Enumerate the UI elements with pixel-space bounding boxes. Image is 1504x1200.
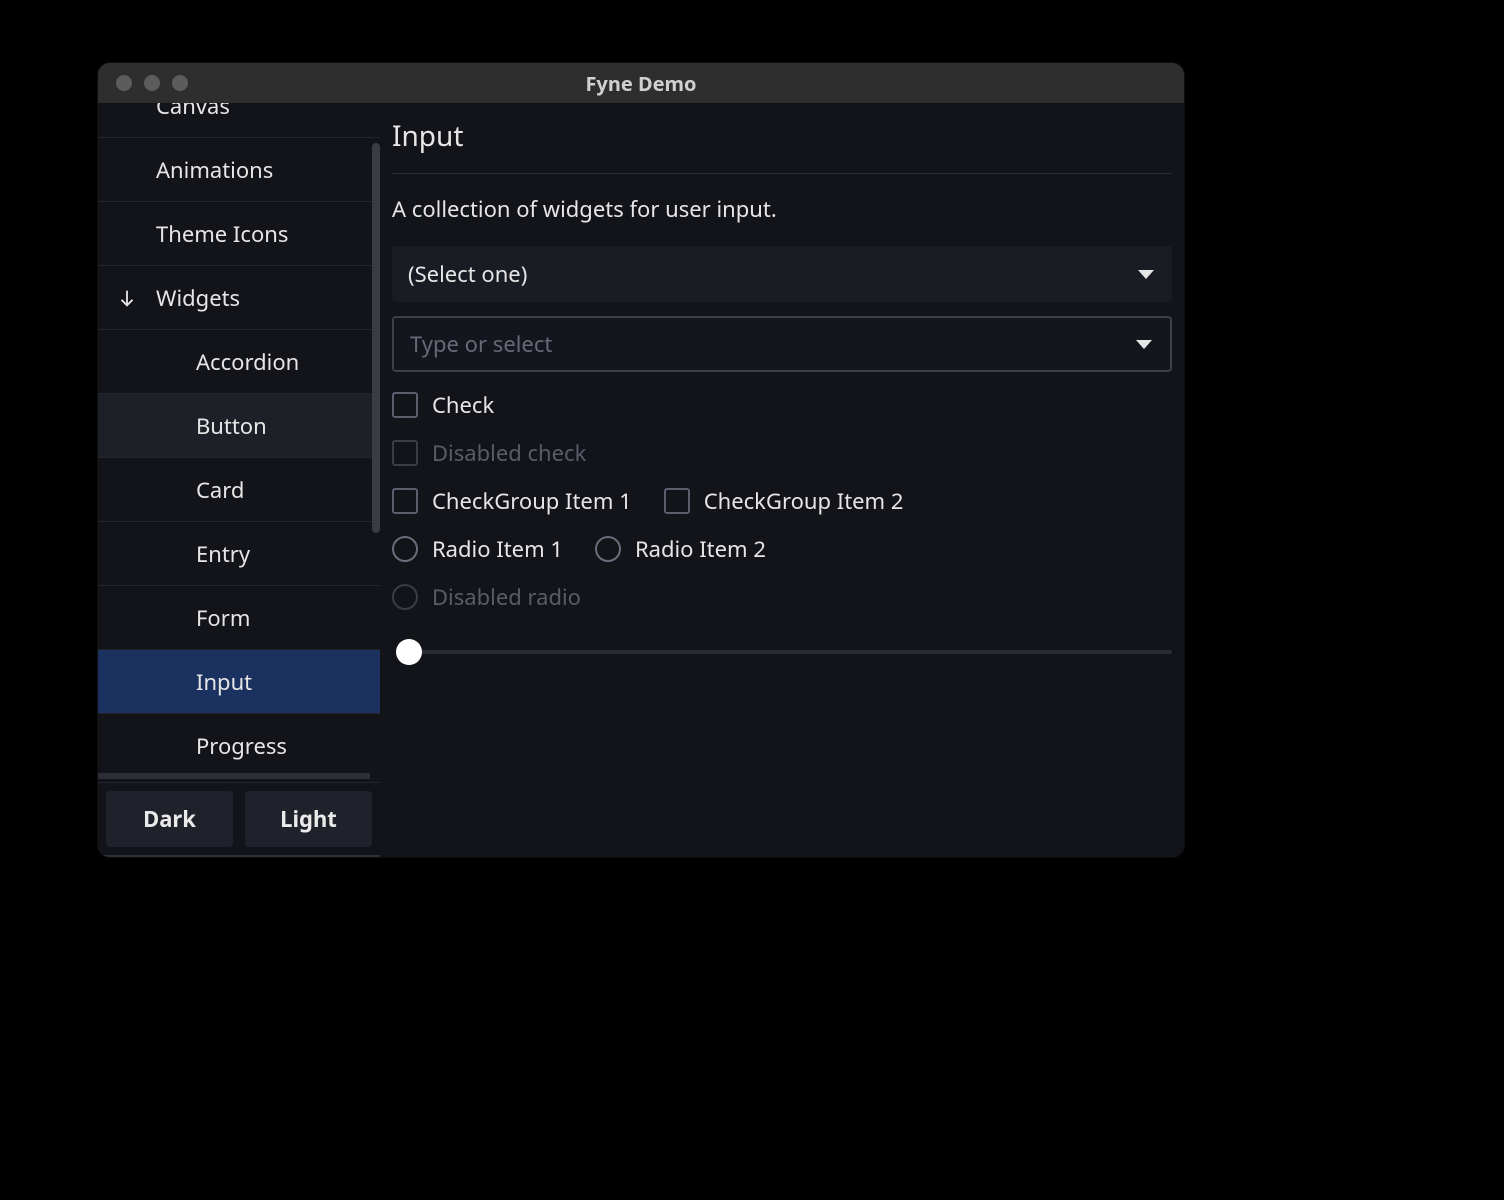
- caret-down-icon: [1138, 268, 1154, 280]
- checkbox-check[interactable]: Check: [392, 390, 1172, 420]
- checkgroup-item-1[interactable]: CheckGroup Item 1: [392, 486, 632, 516]
- sidebar-item-animations[interactable]: Animations: [98, 137, 380, 201]
- dark-theme-button[interactable]: Dark: [106, 791, 233, 847]
- maximize-icon[interactable]: [172, 75, 188, 91]
- radio-group: Radio Item 1 Radio Item 2: [392, 534, 1172, 564]
- light-theme-button[interactable]: Light: [245, 791, 372, 847]
- sidebar-item-label: Animations: [156, 155, 273, 185]
- checkbox-icon: [664, 488, 690, 514]
- sidebar-item-label: Card: [196, 475, 244, 505]
- window-body: Canvas Animations Theme Icons: [98, 103, 1184, 857]
- minimize-icon[interactable]: [144, 75, 160, 91]
- checkbox-icon: [392, 488, 418, 514]
- combo-placeholder: Type or select: [410, 329, 552, 359]
- slider-track: [408, 650, 1172, 654]
- select-placeholder: (Select one): [408, 259, 527, 289]
- checkbox-label: Check: [432, 390, 494, 420]
- checkbox-disabled: Disabled check: [392, 438, 1172, 468]
- checkgroup-item-2[interactable]: CheckGroup Item 2: [664, 486, 904, 516]
- sidebar-item-label: Canvas: [156, 103, 230, 121]
- sidebar-item-input[interactable]: Input: [98, 649, 380, 713]
- sidebar-scrollbar[interactable]: [372, 143, 380, 533]
- radio-label: Radio Item 1: [432, 534, 563, 564]
- sidebar-item-label: Widgets: [156, 283, 240, 313]
- sidebar-item-form[interactable]: Form: [98, 585, 380, 649]
- close-icon[interactable]: [116, 75, 132, 91]
- slider-thumb[interactable]: [396, 639, 422, 665]
- slider[interactable]: [392, 642, 1172, 662]
- radio-label: Disabled radio: [432, 582, 581, 612]
- sidebar-item-entry[interactable]: Entry: [98, 521, 380, 585]
- main-panel: Input A collection of widgets for user i…: [380, 103, 1184, 857]
- divider: [392, 173, 1172, 174]
- sidebar-item-canvas[interactable]: Canvas: [98, 103, 380, 137]
- sidebar-item-theme-icons[interactable]: Theme Icons: [98, 201, 380, 265]
- window-controls: [116, 75, 188, 91]
- checkbox-label: Disabled check: [432, 438, 586, 468]
- radio-icon: [392, 584, 418, 610]
- combo-select[interactable]: Type or select: [392, 316, 1172, 372]
- radio-label: Radio Item 2: [635, 534, 766, 564]
- sidebar-item-progress[interactable]: Progress: [98, 713, 380, 777]
- sidebar-item-label: Input: [196, 667, 252, 697]
- check-group: CheckGroup Item 1 CheckGroup Item 2: [392, 486, 1172, 516]
- radio-icon: [392, 536, 418, 562]
- radio-disabled: Disabled radio: [392, 582, 1172, 612]
- window-title: Fyne Demo: [98, 70, 1184, 97]
- checkbox-label: CheckGroup Item 2: [704, 486, 904, 516]
- sidebar-item-widgets[interactable]: Widgets: [98, 265, 380, 329]
- sidebar-item-label: Entry: [196, 539, 250, 569]
- page-description: A collection of widgets for user input.: [392, 194, 1172, 224]
- radio-icon: [595, 536, 621, 562]
- radio-item-2[interactable]: Radio Item 2: [595, 534, 766, 564]
- sidebar-item-button[interactable]: Button: [98, 393, 380, 457]
- caret-down-icon: [1136, 338, 1152, 350]
- sidebar-item-label: Form: [196, 603, 250, 633]
- sidebar-item-label: Progress: [196, 731, 287, 761]
- select-dropdown[interactable]: (Select one): [392, 246, 1172, 302]
- sidebar-item-accordion[interactable]: Accordion: [98, 329, 380, 393]
- page-title: Input: [392, 103, 1172, 173]
- sidebar-item-label: Accordion: [196, 347, 299, 377]
- sidebar-item-card[interactable]: Card: [98, 457, 380, 521]
- checkbox-label: CheckGroup Item 1: [432, 486, 632, 516]
- arrow-down-icon: [114, 285, 140, 311]
- checkbox-icon: [392, 440, 418, 466]
- checkbox-icon: [392, 392, 418, 418]
- radio-item-1[interactable]: Radio Item 1: [392, 534, 563, 564]
- nav-list[interactable]: Canvas Animations Theme Icons: [98, 103, 380, 782]
- app-window: Fyne Demo Canvas Animations Theme Icons: [98, 63, 1184, 857]
- sidebar: Canvas Animations Theme Icons: [98, 103, 380, 857]
- titlebar: Fyne Demo: [98, 63, 1184, 103]
- sidebar-scrollbar-horizontal[interactable]: [98, 773, 370, 779]
- sidebar-item-label: Theme Icons: [156, 219, 288, 249]
- sidebar-item-label: Button: [196, 411, 267, 441]
- theme-toggle-row: Dark Light: [98, 782, 380, 857]
